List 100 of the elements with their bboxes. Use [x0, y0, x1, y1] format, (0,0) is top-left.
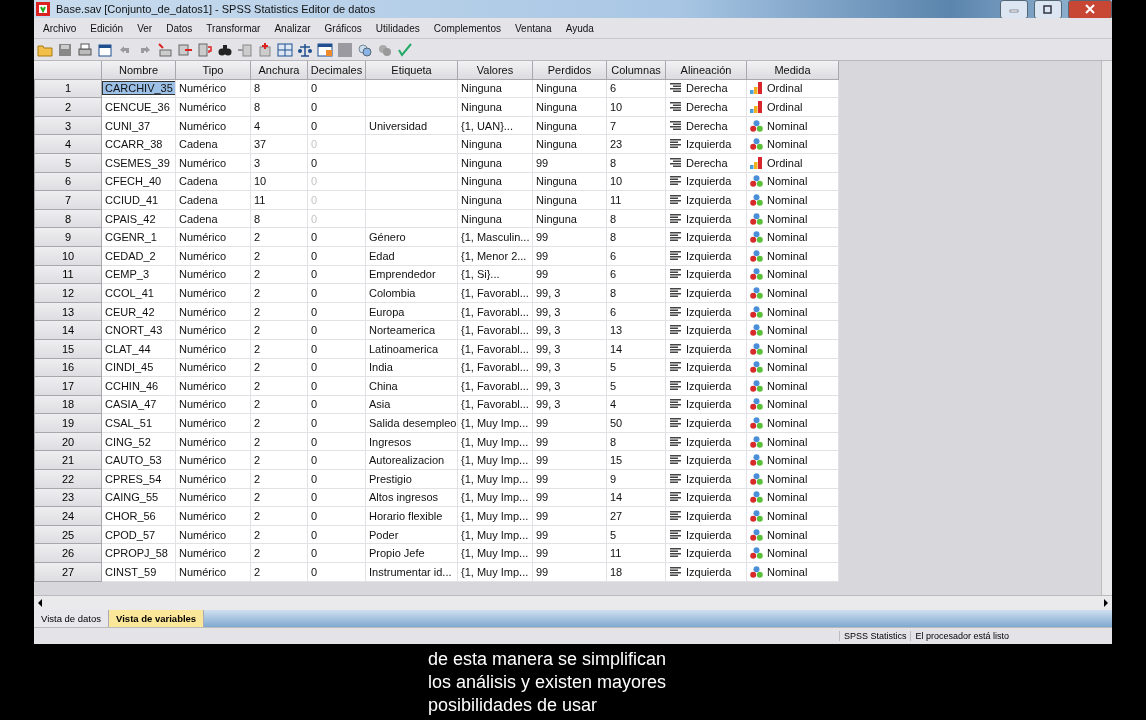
close-button[interactable] — [1068, 0, 1112, 19]
table-cell[interactable]: Numérico — [176, 228, 251, 247]
table-cell[interactable]: 8 — [607, 284, 666, 303]
table-cell[interactable]: 10 — [607, 98, 666, 117]
menu-item[interactable]: Transformar — [199, 22, 268, 34]
table-cell[interactable]: Ninguna — [458, 191, 533, 210]
row-number[interactable]: 17 — [34, 377, 102, 396]
menu-item[interactable]: Datos — [159, 22, 200, 34]
table-cell[interactable]: Instrumentar id... — [366, 563, 458, 582]
table-cell[interactable]: 18 — [607, 563, 666, 582]
row-number[interactable]: 19 — [34, 414, 102, 433]
table-cell[interactable]: 0 — [308, 98, 366, 117]
column-header[interactable]: Decimales — [308, 61, 366, 80]
table-cell[interactable]: CAUTO_53 — [102, 451, 176, 471]
table-cell[interactable]: 11 — [607, 191, 666, 210]
table-cell[interactable]: 0 — [308, 321, 366, 340]
table-cell[interactable]: Ninguna — [533, 135, 607, 154]
table-cell[interactable]: Autorealizacion — [366, 451, 458, 471]
table-cell[interactable]: Prestigio — [366, 470, 458, 489]
table-cell[interactable]: 0 — [308, 507, 366, 526]
column-header[interactable]: Perdidos — [533, 61, 607, 80]
column-header[interactable]: Anchura — [251, 61, 308, 80]
table-cell[interactable]: 99 — [533, 563, 607, 582]
column-header[interactable]: Alineación — [666, 61, 747, 80]
table-cell[interactable]: 0 — [308, 544, 366, 564]
row-number[interactable]: 24 — [34, 507, 102, 526]
table-cell[interactable]: {1, Masculin... — [458, 228, 533, 247]
minimize-button[interactable] — [1000, 0, 1028, 19]
row-number[interactable]: 12 — [34, 284, 102, 303]
table-cell[interactable]: Ninguna — [533, 191, 607, 210]
table-cell[interactable]: 2 — [251, 321, 308, 340]
table-cell[interactable]: CCARR_38 — [102, 135, 176, 154]
table-cell[interactable]: {1, Muy Imp... — [458, 414, 533, 433]
table-cell[interactable]: Numérico — [176, 470, 251, 489]
table-cell[interactable]: Salida desempleo — [366, 414, 458, 433]
column-header[interactable]: Etiqueta — [366, 61, 458, 80]
table-cell[interactable]: 99 — [533, 544, 607, 564]
table-cell[interactable]: CENCUE_36 — [102, 98, 176, 117]
row-number[interactable]: 22 — [34, 470, 102, 489]
table-cell[interactable]: CHOR_56 — [102, 507, 176, 526]
table-cell[interactable]: 0 — [308, 563, 366, 582]
table-cell[interactable]: 99, 3 — [533, 284, 607, 303]
table-cell[interactable]: 8 — [251, 98, 308, 117]
table-cell[interactable]: 99 — [533, 470, 607, 489]
table-cell[interactable]: {1, Favorabl... — [458, 377, 533, 396]
table-cell[interactable]: Género — [366, 228, 458, 247]
table-cell[interactable]: Ninguna — [458, 98, 533, 117]
scroll-left-icon[interactable] — [36, 598, 44, 608]
row-number[interactable]: 27 — [34, 563, 102, 582]
table-cell[interactable]: {1, Muy Imp... — [458, 544, 533, 564]
row-number[interactable]: 7 — [34, 191, 102, 210]
table-cell[interactable]: 99, 3 — [533, 377, 607, 396]
table-cell[interactable]: 0 — [308, 377, 366, 396]
table-cell[interactable]: 99 — [533, 228, 607, 247]
sets-icon[interactable] — [357, 41, 373, 58]
table-cell[interactable]: CNORT_43 — [102, 321, 176, 340]
table-cell[interactable]: 0 — [308, 414, 366, 433]
goto-case-icon[interactable] — [157, 41, 173, 58]
table-cell[interactable]: Cadena — [176, 191, 251, 210]
scale-icon[interactable] — [297, 41, 313, 58]
table-cell[interactable]: CSAL_51 — [102, 414, 176, 433]
table-cell[interactable]: 0 — [308, 228, 366, 247]
table-cell[interactable]: {1, Muy Imp... — [458, 563, 533, 582]
table-cell[interactable]: CGENR_1 — [102, 228, 176, 247]
table-cell[interactable]: 11 — [251, 191, 308, 210]
table-cell[interactable]: Ninguna — [533, 98, 607, 117]
column-header[interactable]: Valores — [458, 61, 533, 80]
vertical-scrollbar[interactable] — [1101, 61, 1112, 595]
column-header[interactable]: Tipo — [176, 61, 251, 80]
spell-check-icon[interactable] — [397, 41, 413, 58]
menu-item[interactable]: Analizar — [267, 22, 318, 34]
menu-item[interactable]: Complementos — [426, 22, 508, 34]
split-file-icon[interactable] — [277, 41, 293, 58]
table-cell[interactable]: Cadena — [176, 135, 251, 154]
insert-variable-icon[interactable] — [257, 41, 273, 58]
table-cell[interactable]: {1, Muy Imp... — [458, 470, 533, 489]
table-cell[interactable]: 27 — [607, 507, 666, 526]
table-cell[interactable]: Norteamerica — [366, 321, 458, 340]
table-cell[interactable]: 2 — [251, 470, 308, 489]
table-cell[interactable]: Numérico — [176, 98, 251, 117]
view-tab[interactable]: Vista de datos — [34, 610, 110, 627]
table-cell[interactable]: Numérico — [176, 451, 251, 471]
column-header[interactable]: Medida — [747, 61, 839, 80]
column-header[interactable]: Columnas — [607, 61, 666, 80]
table-cell[interactable]: 99 — [533, 414, 607, 433]
table-cell[interactable]: 23 — [607, 135, 666, 154]
row-number[interactable]: 9 — [34, 228, 102, 247]
save-icon[interactable] — [57, 41, 73, 58]
table-cell[interactable]: 11 — [607, 544, 666, 564]
horizontal-scrollbar[interactable] — [34, 595, 1112, 610]
row-number[interactable]: 21 — [34, 451, 102, 471]
table-cell[interactable]: Numérico — [176, 563, 251, 582]
menu-item[interactable]: Gráficos — [317, 22, 369, 34]
table-cell[interactable]: 2 — [251, 414, 308, 433]
table-cell[interactable]: 99 — [533, 451, 607, 471]
select-cases-icon[interactable] — [317, 41, 333, 58]
table-cell[interactable]: CCIUD_41 — [102, 191, 176, 210]
table-cell[interactable]: 99, 3 — [533, 321, 607, 340]
menu-item[interactable]: Ver — [130, 22, 160, 34]
table-cell[interactable]: 8 — [607, 228, 666, 247]
